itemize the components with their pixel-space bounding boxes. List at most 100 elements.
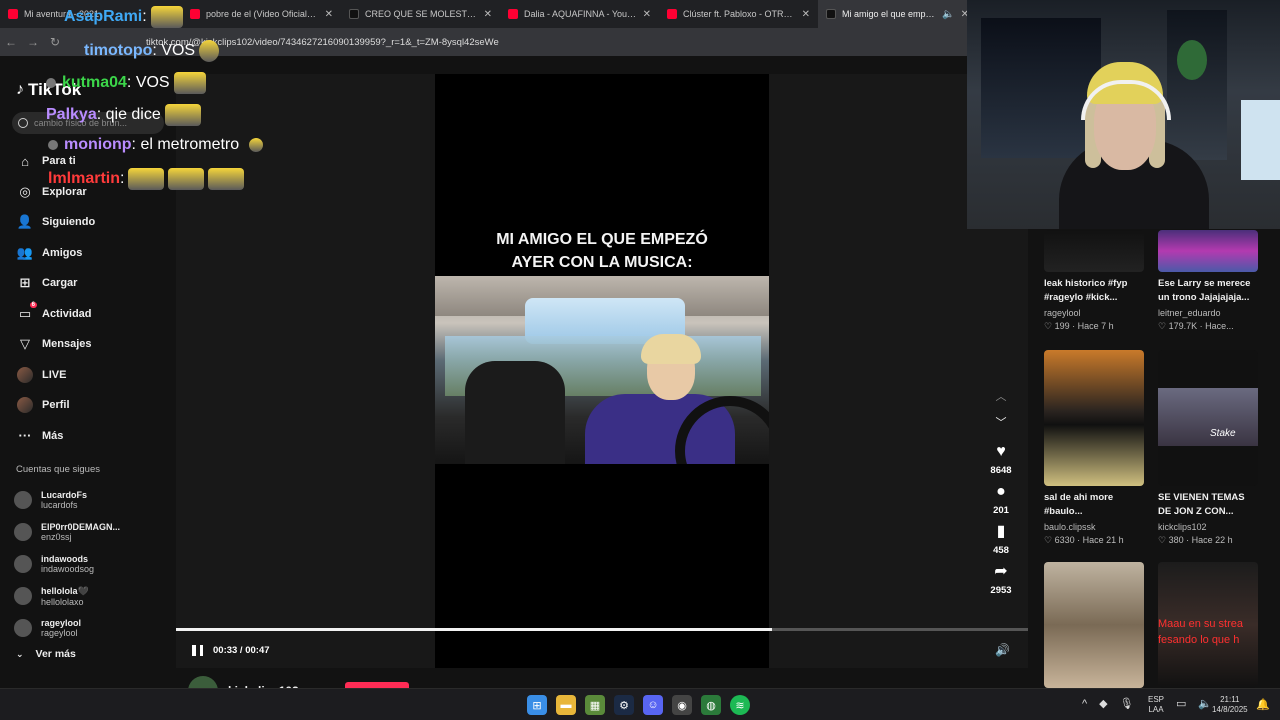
nav-label: Mensajes: [42, 338, 92, 351]
list-item[interactable]: rageylool rageylool: [14, 612, 174, 644]
rec-card[interactable]: [1044, 562, 1146, 688]
language-indicator[interactable]: ESP LAA: [1148, 695, 1164, 715]
youtube-icon: [667, 9, 677, 19]
notification-icon[interactable]: 🔔: [1256, 698, 1270, 711]
share-icon: ➦: [994, 563, 1008, 580]
chat-message: kutma04 : VOS: [46, 72, 206, 94]
video-progress-bar[interactable]: [176, 628, 1028, 631]
chevron-down-icon[interactable]: ﹀: [985, 410, 1017, 436]
back-icon[interactable]: ←: [0, 35, 22, 49]
upload-icon: ⊞: [19, 275, 31, 291]
minecraft-icon[interactable]: ▦: [585, 695, 605, 715]
obs-icon[interactable]: ◉: [672, 695, 692, 715]
video-actions: ︿ ﹀ ♥ 8648 ● 201 ▮ 458 ➦ 2953: [985, 384, 1017, 596]
clock[interactable]: 21:11 14/8/2025: [1212, 695, 1248, 715]
heart-icon: ♡: [1158, 321, 1169, 331]
tiktok-icon: ♪: [16, 81, 24, 98]
avatar: [14, 491, 32, 509]
chevron-up-icon[interactable]: ︿: [985, 384, 1017, 410]
network-icon[interactable]: ▭: [1176, 697, 1186, 710]
chat-badge-icon: [48, 140, 58, 150]
webcam-window: [981, 18, 1101, 158]
rec-card[interactable]: Ese Larry se merece un trono Jajajajaja..…: [1158, 230, 1260, 332]
nav-item-live[interactable]: LIVE: [16, 360, 176, 391]
nav-item-mas[interactable]: ··· Más: [16, 421, 176, 452]
like-count: 8648: [990, 465, 1012, 476]
close-icon[interactable]: ✕: [802, 9, 810, 20]
more-icon: ···: [18, 428, 32, 444]
share-button[interactable]: ➦ 2953: [985, 562, 1017, 596]
nav-item-perfil[interactable]: Perfil: [16, 390, 176, 421]
comment-icon: ●: [996, 483, 1006, 500]
chrome-icon[interactable]: ◍: [701, 695, 721, 715]
windows-start-icon[interactable]: ⊞: [527, 695, 547, 715]
rec-meta: ♡ 380 · Hace 22 h: [1158, 535, 1233, 545]
steam-icon[interactable]: ⚙: [614, 695, 634, 715]
chat-user: Palkya: [46, 106, 97, 123]
pause-icon[interactable]: [192, 644, 203, 656]
bookmark-count: 458: [993, 545, 1009, 556]
chat-text: : el metrometro: [131, 136, 240, 153]
rec-meta: ♡ 179.7K · Hace...: [1158, 321, 1234, 331]
file-explorer-icon[interactable]: ▬: [556, 695, 576, 715]
thumbnail-text: fesando lo que h: [1158, 634, 1240, 646]
account-name: ElP0rr0DEMAGN...: [41, 522, 121, 532]
following-section-title: Cuentas que sigues: [16, 464, 100, 475]
chevron-up-icon[interactable]: ^: [1082, 698, 1087, 710]
volume-icon[interactable]: 🔊: [995, 643, 1010, 657]
chat-user: lmlmartin: [48, 170, 121, 187]
list-item[interactable]: indawoods indawoodsog: [14, 548, 174, 580]
comment-count: 201: [993, 505, 1009, 516]
rec-card[interactable]: Stake SE VIENEN TEMAS DE JON Z CON... kic…: [1158, 350, 1260, 546]
nav-label: LIVE: [42, 368, 67, 381]
bookmark-button[interactable]: ▮ 458: [985, 522, 1017, 556]
account-handle: indawoodsog: [41, 564, 95, 574]
compass-icon: ◎: [19, 183, 31, 199]
rec-card[interactable]: leak historico #fyp #rageylo #kick... rag…: [1044, 230, 1146, 332]
caption-line: MI AMIGO EL QUE EMPEZÓ: [496, 231, 708, 248]
rec-card[interactable]: sal de ahi more #baulo... baulo.clipssk ♡…: [1044, 350, 1146, 546]
taskbar-apps: ⊞ ▬ ▦ ⚙ ☺ ◉ ◍ ≋: [527, 695, 759, 715]
close-icon[interactable]: ✕: [484, 9, 492, 20]
person-hair: [641, 334, 701, 364]
close-icon[interactable]: ✕: [643, 9, 651, 20]
discord-icon[interactable]: ☺: [643, 695, 663, 715]
chevron-down-icon: ⌄: [16, 648, 24, 659]
speaker-icon[interactable]: 🔈: [1198, 697, 1212, 710]
list-item[interactable]: ElP0rr0DEMAGN... enz0ssj: [14, 516, 174, 548]
spotify-icon[interactable]: ≋: [730, 695, 750, 715]
avatar: [14, 587, 32, 605]
account-name: hellolola🖤: [41, 585, 89, 596]
car-seat: [465, 361, 565, 464]
heart-icon: ♥: [996, 443, 1006, 460]
browser-tab-3[interactable]: CREO QUE SE MOLESTO😹😢 ✕: [341, 0, 500, 28]
send-icon: ▽: [20, 336, 30, 352]
nav-item-amigos[interactable]: 👥 Amigos: [16, 238, 176, 269]
shield-icon[interactable]: ◆: [1099, 697, 1107, 710]
like-button[interactable]: ♥ 8648: [985, 442, 1017, 476]
chat-text: : VOS: [126, 74, 170, 91]
browser-tab-4[interactable]: Dalia - AQUAFINNA - YouTube ✕: [500, 0, 659, 28]
list-item[interactable]: LucardoFs lucardofs: [14, 484, 174, 516]
video-player[interactable]: MI AMIGO EL QUE EMPEZÓ AYER CON LA MUSIC…: [435, 74, 769, 668]
nav-item-cargar[interactable]: ⊞ Cargar: [16, 268, 176, 299]
mute-icon[interactable]: 🔈: [942, 9, 954, 20]
webcam-overlay: [967, 0, 1280, 229]
account-handle: enz0ssj: [41, 532, 72, 542]
chat-emote: [199, 40, 220, 62]
browser-tab-5[interactable]: Clúster ft. Pabloxo - OTRA SED ✕: [659, 0, 818, 28]
rec-card[interactable]: Maau en su strea fesando lo que h: [1158, 562, 1260, 688]
comment-button[interactable]: ● 201: [985, 482, 1017, 516]
browser-tab-6[interactable]: Mi amigo el que empezó a 🔈 ✕: [818, 0, 977, 28]
forward-icon[interactable]: →: [22, 35, 44, 49]
nav-item-siguiendo[interactable]: 👤 Siguiendo: [16, 207, 176, 238]
nav-item-mensajes[interactable]: ▽ Mensajes: [16, 329, 176, 360]
rec-thumbnail: [1044, 562, 1144, 688]
see-more-button[interactable]: ⌄ Ver más: [16, 648, 76, 660]
chat-message: Palkya : qie dice: [46, 104, 201, 126]
chat-message: timotopo : VOS: [84, 40, 220, 62]
rec-title: SE VIENEN TEMAS DE JON Z CON...: [1158, 492, 1245, 517]
nav-item-actividad[interactable]: ▭ 6 Actividad: [16, 299, 176, 330]
list-item[interactable]: hellolola🖤 hellololaxo: [14, 580, 174, 612]
mic-icon[interactable]: 🎙: [1120, 697, 1134, 710]
